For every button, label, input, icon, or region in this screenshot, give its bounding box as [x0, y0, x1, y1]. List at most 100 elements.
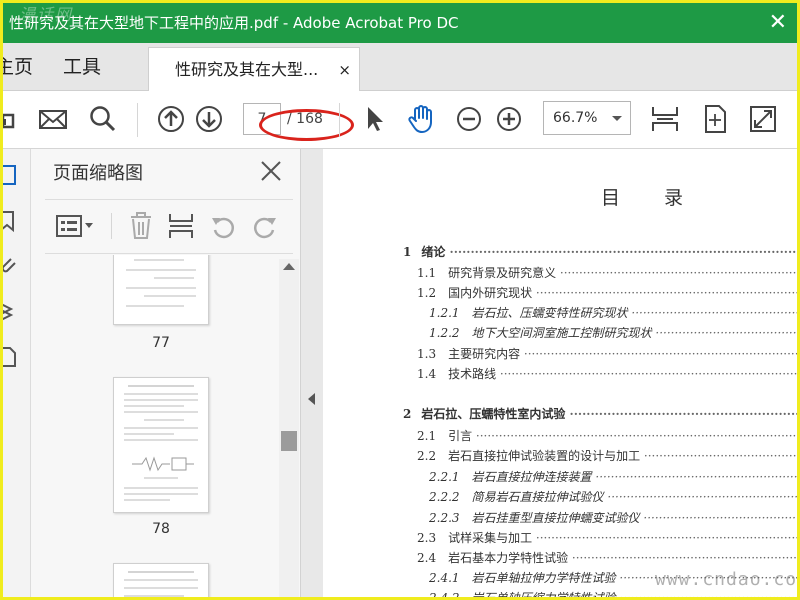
previous-page-icon[interactable] [155, 103, 187, 135]
navigation-rail [3, 149, 31, 597]
toc-entry-number: 1.2.1 [429, 306, 460, 320]
scrollbar-thumb[interactable] [281, 431, 297, 451]
toc-entry-text: 岩石基本力学特性试验 [448, 551, 569, 565]
chevron-left-icon [308, 393, 315, 405]
fit-page-icon[interactable] [699, 103, 731, 135]
toc-entry-number: 2.2.3 [429, 511, 460, 525]
print-icon[interactable] [3, 103, 29, 135]
toc-entry-text: 岩石拉、压蠕特性室内试验 [421, 407, 566, 421]
panel-title: 页面缩略图 [53, 163, 143, 184]
toc-entry[interactable]: 2.2.1 岩石直接拉伸连接装置 ························… [429, 468, 797, 488]
panel-collapse-handle[interactable] [301, 149, 323, 597]
thumbnail-list: 77 78 [31, 255, 301, 597]
page-thumbnails-icon[interactable] [3, 163, 21, 187]
rotate-right-icon[interactable] [251, 212, 279, 240]
fit-width-icon[interactable] [649, 103, 681, 135]
toc-entry[interactable]: 2.2.3 岩石挂重型直接拉伸蠕变试验仪 ····················… [429, 509, 797, 529]
toc-entry[interactable]: 2.4.2 岩石单轴压缩力学特性试验 ······················… [429, 589, 797, 597]
tools-tab[interactable]: 工具 [63, 43, 101, 91]
toc-leader-dots: ········································… [643, 511, 797, 525]
thumbnail-scrollbar[interactable] [279, 259, 299, 597]
bookmark-icon[interactable] [3, 209, 21, 233]
toc-entry-text: 引言 [448, 429, 473, 443]
document-icon[interactable] [3, 345, 21, 369]
layers-icon[interactable] [3, 299, 21, 323]
toc-entry[interactable]: 1.4 技术路线 ································… [417, 365, 797, 385]
toc-entry-number: 1.1 [417, 266, 437, 280]
toc-entry[interactable]: 1.2.1 岩石拉、压蠕变特性研究现状 ·····················… [429, 304, 797, 324]
panel-toolbar [31, 201, 301, 251]
options-menu-icon[interactable] [55, 213, 95, 239]
toc-entry[interactable]: 1.2 国内外研究现状 ·····························… [417, 284, 797, 304]
next-page-icon[interactable] [193, 103, 225, 135]
close-icon[interactable] [259, 159, 283, 183]
panel-toolbar-separator [111, 213, 112, 239]
toc-entry-number: 1 [403, 245, 412, 259]
toolbar-separator [137, 103, 138, 137]
home-tab[interactable]: 主页 [3, 43, 33, 91]
toc-heading: 目录 [601, 187, 728, 209]
document-view[interactable]: 目录 1 绪论 ·································… [323, 149, 797, 597]
toc-entry[interactable]: 1.2.2 地下大空间洞室施工控制研究现状 ···················… [429, 324, 797, 344]
toc-leader-dots: ········································… [535, 286, 797, 300]
toc-entry-text: 岩石直接拉伸连接装置 [471, 470, 592, 484]
attachment-icon[interactable] [3, 253, 21, 277]
window-close-button[interactable]: ✕ [769, 3, 787, 43]
scroll-up-icon[interactable] [283, 263, 295, 270]
thumbnail-preview [124, 385, 198, 501]
window-title: 性研究及其在大型地下工程中的应用.pdf - Adobe Acrobat Pro… [9, 14, 459, 32]
zoom-level-select[interactable]: 66.7% [543, 101, 631, 135]
thumbnail-page[interactable] [113, 255, 209, 325]
toc-entry-text: 绪论 [421, 245, 446, 259]
document-tab[interactable]: 性研究及其在大型... × [148, 47, 360, 92]
thumbnail-page[interactable] [113, 377, 209, 513]
thumbnail-page[interactable] [113, 563, 209, 597]
toc-entry-text: 主要研究内容 [448, 347, 521, 361]
thumbnail-preview [124, 571, 198, 597]
toc-entry[interactable]: 1 绪论 ····································… [403, 243, 797, 263]
toc-leader-dots: ········································… [631, 306, 797, 320]
toc-entry-text: 岩石挂重型直接拉伸蠕变试验仪 [471, 511, 640, 525]
acrobat-window: 性研究及其在大型地下工程中的应用.pdf - Adobe Acrobat Pro… [3, 3, 797, 597]
toc-entry-text: 简易岩石直接拉伸试验仪 [471, 490, 604, 504]
insert-page-icon[interactable] [167, 211, 195, 241]
toc-entry-text: 岩石直接拉伸试验装置的设计与加工 [448, 449, 641, 463]
document-tab-label: 性研究及其在大型... [175, 60, 319, 79]
toc-entry-number: 2.3 [417, 531, 437, 545]
toc-entry[interactable]: 2.4 岩石基本力学特性试验 ··························… [417, 549, 797, 569]
zoom-out-icon[interactable] [453, 103, 485, 135]
select-arrow-icon[interactable] [359, 103, 391, 135]
hand-tool-icon[interactable] [405, 103, 437, 135]
toc-leader-dots: ········································… [499, 367, 797, 381]
toc-entry-number: 1.2 [417, 286, 437, 300]
watermark-bottom-right: www.cndao.com [655, 569, 797, 590]
toc-entry-number: 2 [403, 407, 412, 421]
toc-entry[interactable]: 2 岩石拉、压蠕特性室内试验 ··························… [403, 405, 797, 425]
toc-entry-number: 2.1 [417, 429, 437, 443]
toc-entry[interactable]: 1.1 研究背景及研究意义 ···························… [417, 264, 797, 284]
thumbnail-preview [126, 259, 196, 307]
panel-divider [45, 253, 293, 254]
toc-entry[interactable]: 1.3 主要研究内容 ······························… [417, 345, 797, 365]
toc-entry-text: 试样采集与加工 [448, 531, 533, 545]
panel-divider [45, 199, 293, 200]
document-tab-close-button[interactable]: × [338, 48, 351, 92]
toc-entry[interactable]: 2.2.2 简易岩石直接拉伸试验仪 ·······················… [429, 488, 797, 508]
rotate-left-icon[interactable] [209, 212, 237, 240]
full-screen-icon[interactable] [747, 103, 779, 135]
toc-entry[interactable]: 2.3 试样采集与加工 ·····························… [417, 529, 797, 549]
search-icon[interactable] [87, 103, 119, 135]
toc-entry[interactable]: 2.2 岩石直接拉伸试验装置的设计与加工 ····················… [417, 447, 797, 467]
toc-leader-dots: ········································… [616, 591, 797, 597]
toc-entry-text: 地下大空间洞室施工控制研究现状 [471, 326, 652, 340]
toc-entry-text: 国内外研究现状 [448, 286, 533, 300]
email-icon[interactable] [37, 103, 69, 135]
toc-leader-dots: ········································… [523, 347, 797, 361]
zoom-level-value: 66.7% [553, 110, 598, 126]
toc-entry-text: 岩石单轴压缩力学特性试验 [472, 591, 616, 597]
toc-entry[interactable]: 2.1 引言 ··································… [417, 427, 797, 447]
zoom-in-icon[interactable] [493, 103, 525, 135]
toc-leader-dots: ········································… [643, 449, 797, 463]
toc-entry-number: 2.4 [417, 551, 437, 565]
delete-page-icon[interactable] [127, 211, 155, 241]
